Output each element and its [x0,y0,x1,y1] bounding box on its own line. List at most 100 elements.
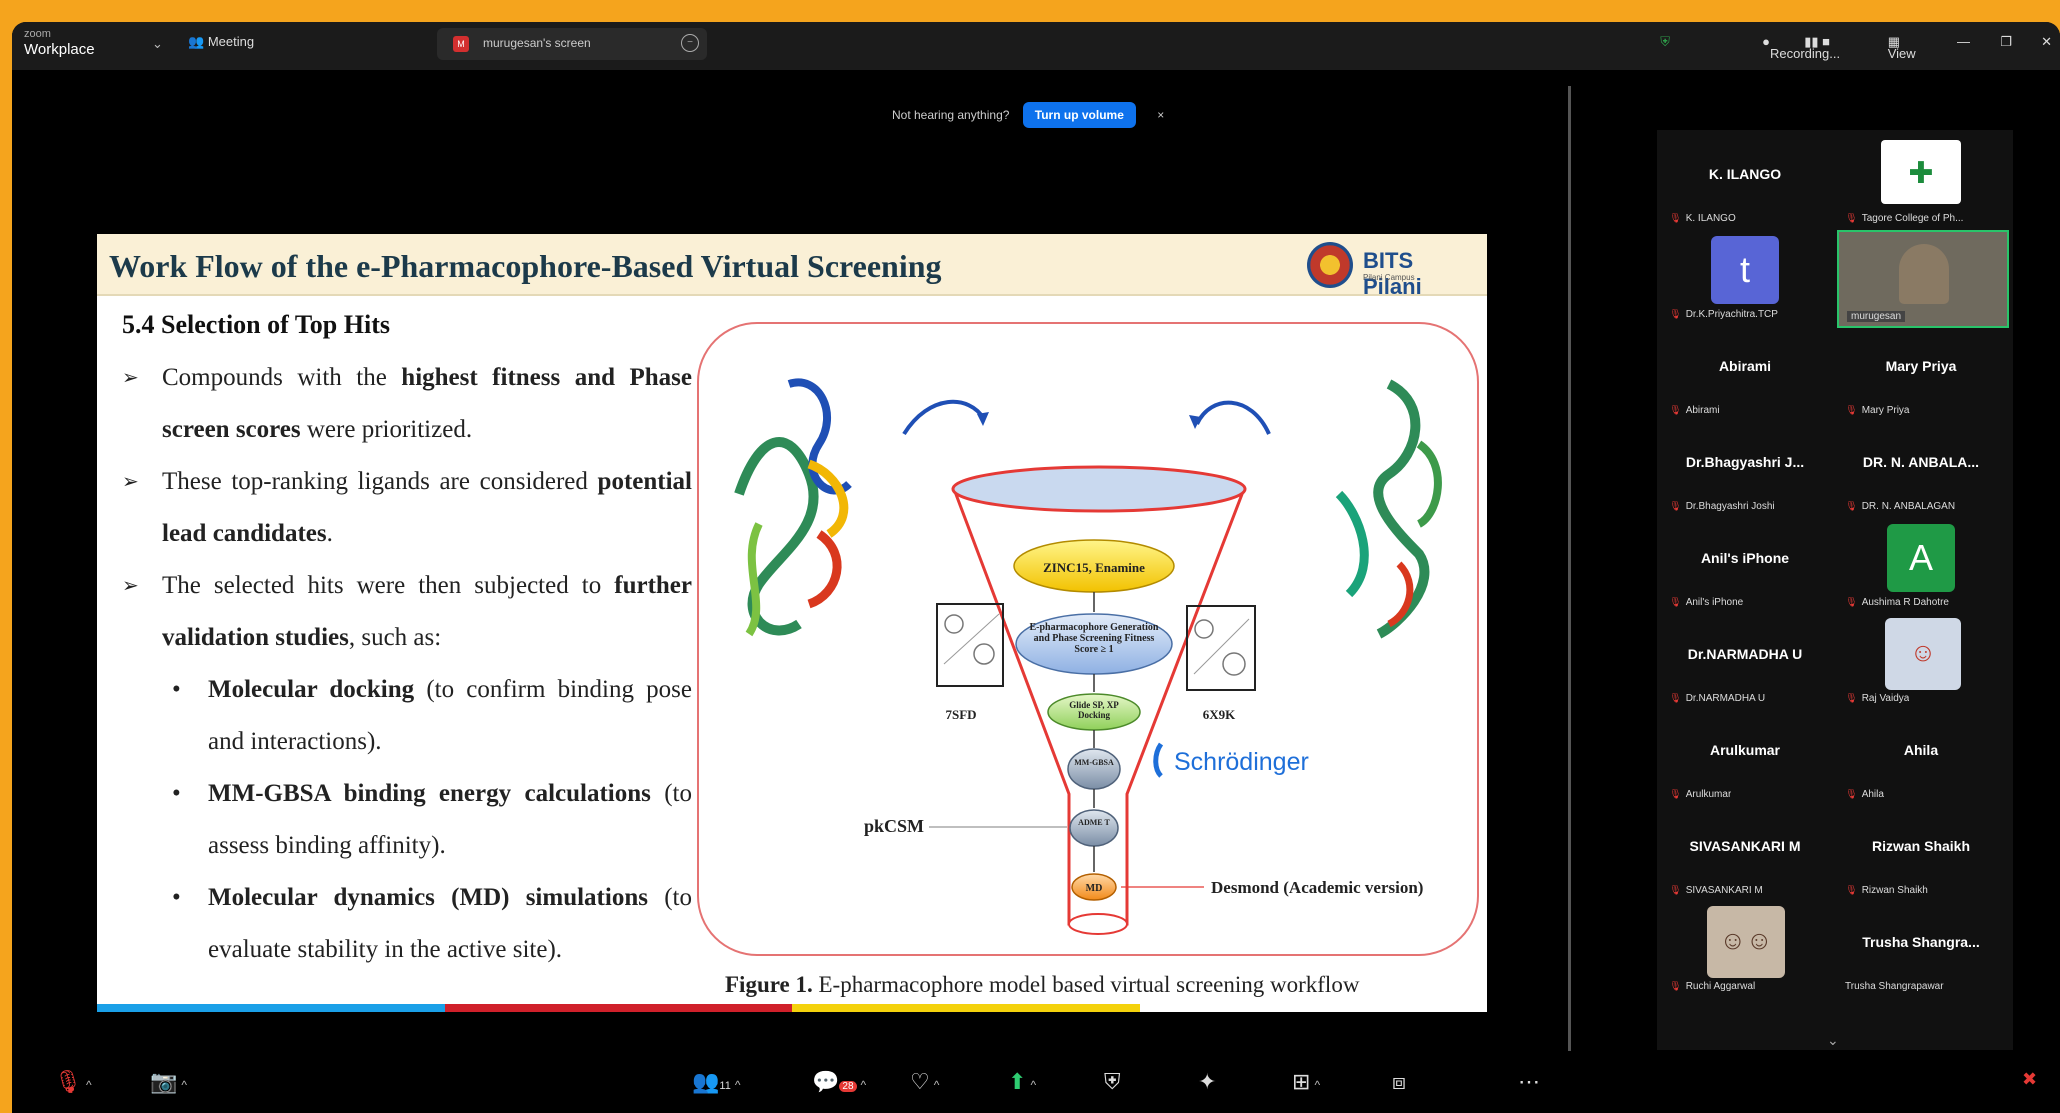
participant-tile[interactable]: Ahila 🎙 Ahila [1837,710,2005,804]
schrodinger-label: Schrödinger [1174,748,1309,776]
active-speaker-tile[interactable]: murugesan [1837,230,2009,328]
dot-bullet: • [172,780,181,807]
participant-tile[interactable]: Dr.Bhagyashri J... 🎙 Dr.Bhagyashri Joshi [1661,422,1829,516]
zoom-window: zoom Workplace ⌄ 👥 Meeting M murugesan's… [12,22,2060,1113]
participant-label: 🎙 Ruchi Aggarwal [1669,981,1756,992]
restore-icon[interactable]: ❐ [2000,34,2012,50]
bullet-list: ➢ Compounds with the highest fitness and … [122,352,692,976]
meeting-toolbar: 🎙 ^ 📷 ^ 👥11 ^ 💬 28 ^ ♡ ^ ⬆ ^ ⛨ ✦ ⊞ ^ ⧈ ⋯ ✖ [12,1051,2060,1113]
caret-up-icon[interactable]: ^ [181,1078,187,1092]
caret-up-icon[interactable]: ^ [86,1078,92,1092]
participant-label: Trusha Shangrapawar [1845,981,1944,992]
caret-up-icon[interactable]: ^ [934,1078,940,1092]
react-icon[interactable]: ♡ ^ [910,1069,939,1095]
participant-tile[interactable]: t 🎙 Dr.K.Priyachitra.TCP [1661,230,1829,324]
participant-tile[interactable]: ✚ 🎙 Tagore College of Ph... [1837,134,2005,228]
caret-up-icon[interactable]: ^ [1314,1078,1320,1092]
logo-sub: Pilani Campus [1363,273,1415,282]
muted-mic-icon: 🎙 [1669,405,1682,416]
color-bar-red [444,1004,792,1012]
arrow-left-curve [902,399,986,436]
color-bar-blue [97,1004,445,1012]
participant-tile[interactable]: SIVASANKARI M 🎙 SIVASANKARI M [1661,806,1829,900]
funnel-top [951,465,1247,513]
mute-mic-icon[interactable]: 🎙 ^ [54,1069,92,1095]
video-feed [1899,244,1949,304]
close-icon[interactable]: − [681,34,699,52]
participant-label: murugesan [1847,311,1906,322]
share-screen-icon[interactable]: ⬆ ^ [1008,1069,1036,1095]
participant-tile[interactable]: DR. N. ANBALA... 🎙 DR. N. ANBALAGAN [1837,422,2005,516]
participant-tile[interactable]: Trusha Shangra... Trusha Shangrapawar [1837,902,2005,996]
participant-tile[interactable]: Rizwan Shaikh 🎙 Rizwan Shaikh [1837,806,2005,900]
participant-tile[interactable]: Arulkumar 🎙 Arulkumar [1661,710,1829,804]
dot-bullet: • [172,676,181,703]
participant-label: 🎙 Abirami [1669,405,1720,416]
stop-video-icon[interactable]: 📷 ^ [150,1069,187,1095]
view-label: View [1887,46,1916,61]
admet-label: ADME T [1078,818,1110,827]
meeting-label: Meeting [207,34,255,49]
close-window-icon[interactable]: ✕ [2041,34,2052,50]
meeting-menu[interactable]: 👥 Meeting [188,34,254,50]
minimize-icon[interactable]: — [1957,34,1970,49]
participant-name: SIVASANKARI M [1689,838,1801,854]
chat-icon[interactable]: 💬 28 ^ [812,1069,866,1095]
shield-icon[interactable]: ⛨ [1660,34,1670,50]
docking-text-box: Glide SP, XP Docking [1069,700,1118,720]
security-icon[interactable]: ⛨ [1104,1069,1121,1095]
participant-tile[interactable]: Anil's iPhone 🎙 Anil's iPhone [1661,518,1829,612]
participant-tile[interactable]: Abirami 🎙 Abirami [1661,326,1829,420]
muted-mic-icon: 🎙 [1845,405,1858,416]
chevron-down-icon[interactable]: ⌄ [152,36,163,52]
pkcsm-label: pkCSM [864,816,924,836]
arrow-bullet-icon: ➢ [122,575,139,597]
record-icon[interactable]: ⧈ [1392,1069,1406,1095]
apps-icon[interactable]: ⊞ ^ [1292,1069,1320,1095]
ai-companion-icon[interactable]: ✦ [1198,1069,1216,1095]
participant-tile[interactable]: A 🎙 Aushima R Dahotre [1837,518,2005,612]
pharmacophore-text-box: E-pharmacophore Generation and Phase Scr… [1030,622,1159,655]
leave-icon[interactable]: ✖ [2022,1069,2037,1090]
dot-bullet: • [172,884,181,911]
participant-tile[interactable]: K. ILANGO 🎙 K. ILANGO [1661,134,1829,228]
more-icon[interactable]: ⋯ [1518,1069,1540,1095]
muted-mic-icon: 🎙 [1845,693,1858,704]
view-button[interactable]: View ▦ [1888,34,1916,61]
bullet-1: ➢ Compounds with the highest fitness and … [122,352,692,456]
recording-indicator[interactable]: ● Recording... [1762,34,1840,61]
participant-name: Trusha Shangra... [1862,934,1980,950]
share-screen-tab[interactable]: M murugesan's screen − [437,28,707,60]
participant-tile[interactable]: ☺☺ 🎙 Ruchi Aggarwal [1661,902,1829,996]
pocket-circle [944,614,964,634]
participant-tile[interactable]: Mary Priya 🎙 Mary Priya [1837,326,2005,420]
brand-name: Workplace [24,41,95,58]
notice-close-icon[interactable]: × [1157,108,1164,122]
participant-tile[interactable]: ☺ 🎙 Raj Vaidya [1837,614,2005,708]
participant-name: DR. N. ANBALA... [1862,454,1980,470]
muted-mic-icon: 🎙 [1669,693,1682,704]
arrow-bullet-icon: ➢ [122,471,139,493]
participant-tile[interactable]: Dr.NARMADHA U 🎙 Dr.NARMADHA U [1661,614,1829,708]
participant-label: 🎙 Dr.NARMADHA U [1669,693,1766,704]
participant-gallery: K. ILANGO 🎙 K. ILANGO ✚ 🎙 Tagore College o… [1657,130,2013,1050]
participant-label: 🎙 Dr.Bhagyashri Joshi [1669,501,1775,512]
participant-label: 🎙 K. ILANGO [1669,213,1736,224]
participant-label: 🎙 SIVASANKARI M [1669,885,1763,896]
chevron-down-icon[interactable]: ⌄ [1827,1032,1839,1049]
muted-mic-icon: 🎙 [1669,981,1682,992]
turn-up-volume-button[interactable]: Turn up volume [1022,102,1136,128]
audio-notice: Not hearing anything? Turn up volume × [892,102,1164,128]
participants-icon[interactable]: 👥11 ^ [692,1069,740,1095]
protein-6x9k-image [1335,379,1442,639]
muted-mic-icon: 🎙 [1669,501,1682,512]
pause-stop-icon[interactable]: ▮▮ ■ [1804,34,1830,50]
admet-text-box: ADME T [1078,818,1110,827]
arrow-right-curve [1195,400,1271,435]
caret-up-icon[interactable]: ^ [1030,1078,1036,1092]
caret-up-icon[interactable]: ^ [861,1078,867,1092]
notice-text: Not hearing anything? [892,108,1010,122]
caret-up-icon[interactable]: ^ [735,1078,741,1092]
panel-divider[interactable] [1568,86,1571,1094]
participant-name: K. ILANGO [1708,166,1782,182]
